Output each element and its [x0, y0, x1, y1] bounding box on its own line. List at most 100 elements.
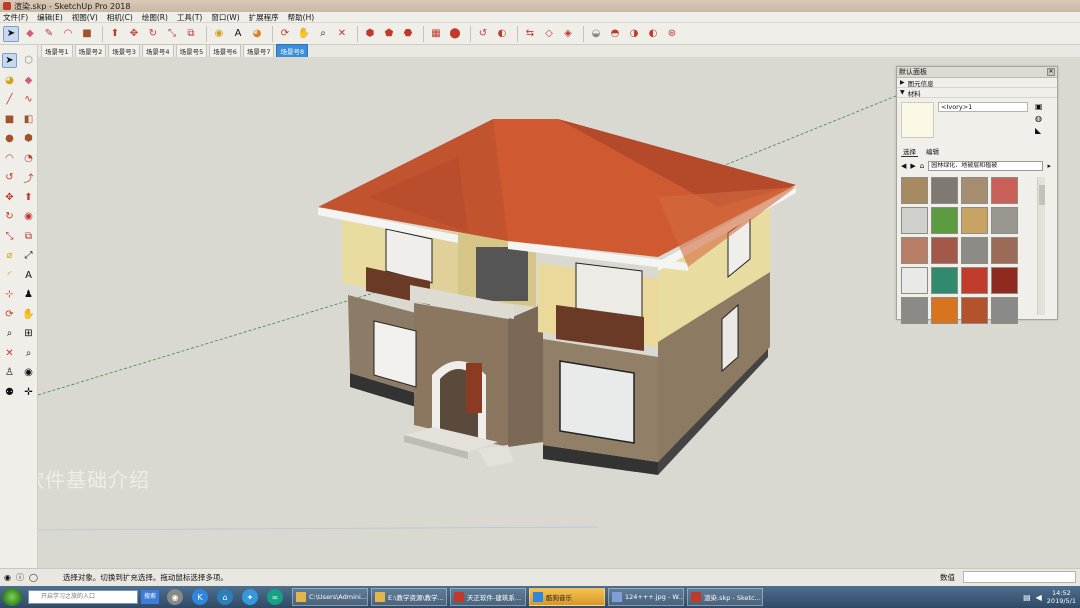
text-icon[interactable]: A [230, 26, 246, 42]
section-icon[interactable]: ⬤ [447, 26, 463, 42]
rotated-rect-tool-icon[interactable]: ◧ [21, 112, 36, 127]
task-image-viewer[interactable]: 124+++.jpg - W... [608, 588, 684, 606]
material-swatch[interactable] [931, 297, 958, 324]
task-explorer-1[interactable]: C:\Users\Admini... [292, 588, 368, 606]
tab-scene-3[interactable]: 场景号3 [108, 44, 140, 58]
rectangle-tool-icon[interactable]: ■ [2, 112, 17, 127]
app-icon[interactable]: ◉ [167, 589, 183, 605]
orbit-tool-icon[interactable]: ⟳ [2, 307, 17, 322]
top-view-icon[interactable]: ⬟ [381, 26, 397, 42]
text-tool-icon[interactable]: A [21, 268, 36, 283]
zoom-extents-icon[interactable]: ✕ [334, 26, 350, 42]
menu-help[interactable]: 帮助(H) [288, 12, 315, 23]
pencil-icon[interactable]: ✎ [41, 26, 57, 42]
collection-select[interactable]: 园林绿化、地被层和植被 [928, 161, 1044, 171]
tab-scene-4[interactable]: 场景号4 [141, 44, 174, 58]
push-pull-tool-icon[interactable]: ⬆ [21, 190, 36, 205]
forward-arrow-icon[interactable]: ▶ [910, 162, 915, 170]
arc-tool-icon[interactable]: ◠ [2, 151, 17, 166]
start-button[interactable] [2, 588, 22, 606]
tab-scene-8[interactable]: 场景号8 [276, 44, 309, 58]
freehand-tool-icon[interactable]: ∿ [21, 92, 36, 107]
front-view-icon[interactable]: ⬣ [400, 26, 416, 42]
bird-app-icon[interactable]: ✦ [242, 589, 258, 605]
menu-draw[interactable]: 绘图(R) [142, 12, 168, 23]
style-icon[interactable]: ⇆ [522, 26, 538, 42]
polygon-tool-icon[interactable]: ⬢ [21, 131, 36, 146]
material-swatch[interactable] [991, 177, 1018, 204]
sample-paint-icon[interactable]: ◣ [1035, 126, 1047, 135]
material-swatch[interactable] [961, 297, 988, 324]
material-swatch[interactable] [901, 297, 928, 324]
task-explorer-2[interactable]: E:\教学资源\教学... [371, 588, 447, 606]
zoom-extents-tool-icon[interactable]: ✕ [2, 346, 17, 361]
material-swatch[interactable] [901, 237, 928, 264]
circle-tool-icon[interactable]: ● [2, 131, 17, 146]
hidden-line-icon[interactable]: ◓ [607, 26, 623, 42]
details-arrow-icon[interactable]: ▸ [1047, 162, 1051, 170]
protractor-tool-icon[interactable]: ◜ [2, 268, 17, 283]
tab-scene-2[interactable]: 场景号2 [74, 44, 107, 58]
eraser-icon[interactable]: ◆ [22, 26, 38, 42]
material-swatch[interactable] [991, 267, 1018, 294]
back-arrow-icon[interactable]: ◀ [901, 162, 906, 170]
create-material-icon[interactable]: ▣ [1035, 102, 1047, 111]
entity-info-section[interactable]: ▶ 图元信息 [897, 78, 1057, 88]
zoom-tool-icon[interactable]: ⌕ [2, 326, 17, 341]
info-icon[interactable]: ⓘ [16, 572, 24, 583]
taskbar-search-input[interactable]: 开启学习之旅的入口 [28, 590, 138, 604]
material-swatch[interactable] [991, 237, 1018, 264]
taskbar-search-button[interactable]: 搜索 [141, 590, 159, 604]
material-swatch[interactable] [931, 207, 958, 234]
select-icon[interactable]: ➤ [3, 25, 19, 42]
select-tool-icon[interactable]: ➤ [2, 53, 17, 69]
paint-bucket-icon[interactable]: ◕ [249, 26, 265, 42]
chat-app-icon[interactable]: ∞ [267, 589, 283, 605]
menu-tools[interactable]: 工具(T) [177, 12, 202, 23]
line-tool-icon[interactable]: ╱ [2, 92, 17, 107]
scale-tool-icon[interactable]: ⤡ [2, 229, 17, 244]
layer-icon[interactable]: ◇ [541, 26, 557, 42]
push-pull-icon[interactable]: ⬆ [107, 26, 123, 42]
wireframe-icon[interactable]: ◒ [588, 26, 604, 42]
kugou-icon[interactable]: K [192, 589, 208, 605]
volume-icon[interactable]: ◀ [1036, 593, 1042, 602]
measurements-input[interactable] [963, 571, 1076, 583]
shaded-icon[interactable]: ◑ [626, 26, 642, 42]
geolocation-icon[interactable]: ◉ [4, 573, 11, 582]
pie-tool-icon[interactable]: ◔ [21, 151, 36, 166]
pan-tool-icon[interactable]: ✋ [21, 307, 36, 322]
look-around-tool-icon[interactable]: ◉ [21, 365, 36, 380]
user-icon[interactable]: ◯ [29, 573, 38, 582]
shadow-icon[interactable]: ▦ [428, 26, 444, 42]
network-icon[interactable]: ▤ [1023, 593, 1031, 602]
menu-file[interactable]: 文件(F) [3, 12, 28, 23]
monochrome-icon[interactable]: ⊛ [664, 26, 680, 42]
offset-tool-icon[interactable]: ⧉ [21, 229, 36, 244]
menu-window[interactable]: 窗口(W) [211, 12, 239, 23]
zoom-icon[interactable]: ⌕ [315, 26, 331, 42]
2pt-arc-tool-icon[interactable]: ↺ [2, 170, 17, 185]
tab-scene-1[interactable]: 场景号1 [41, 44, 73, 58]
orbit-icon[interactable]: ⟳ [277, 26, 293, 42]
warehouse-icon[interactable]: ↺ [475, 26, 491, 42]
rectangle-icon[interactable]: ■ [79, 26, 95, 42]
default-material-icon[interactable]: ◍ [1035, 114, 1047, 123]
tape-measure-icon[interactable]: ◉ [211, 26, 227, 42]
material-swatch[interactable] [961, 207, 988, 234]
scale-icon[interactable]: ⤡ [164, 26, 180, 42]
rotate-tool-icon[interactable]: ↻ [2, 209, 17, 224]
component-tool-icon[interactable]: ⬡ [21, 53, 36, 68]
material-swatch[interactable] [901, 177, 928, 204]
position-camera-tool-icon[interactable]: ♙ [2, 365, 17, 380]
material-swatch[interactable] [901, 267, 928, 294]
rotate-icon[interactable]: ↻ [145, 26, 161, 42]
material-swatch[interactable] [961, 177, 988, 204]
section-plane-tool-icon[interactable]: ✛ [21, 385, 36, 400]
material-swatch[interactable] [901, 207, 928, 234]
task-sketchup[interactable]: 渲染.skp - Sketc... [687, 588, 763, 606]
home-app-icon[interactable]: ⌂ [217, 589, 233, 605]
3pt-arc-tool-icon[interactable]: ⤴ [21, 170, 36, 185]
materials-section[interactable]: ▼ 材料 [897, 88, 1057, 98]
material-swatch[interactable] [931, 267, 958, 294]
